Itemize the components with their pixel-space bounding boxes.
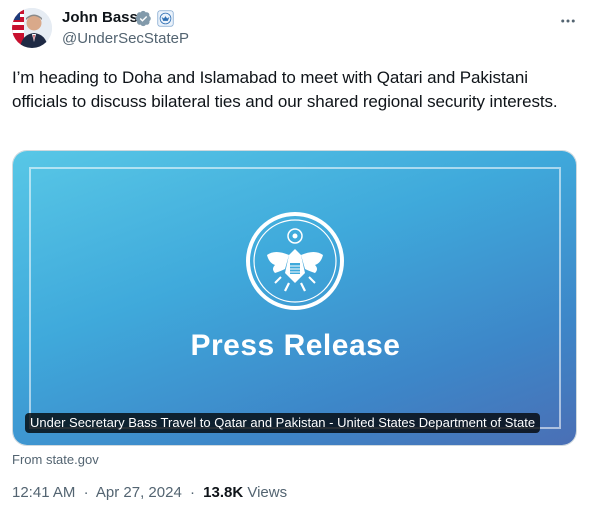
government-seal-icon[interactable] (157, 10, 174, 27)
avatar[interactable] (12, 8, 52, 48)
card-headline: Press Release (190, 329, 401, 362)
tweet-meta: 12:41 AM · Apr 27, 2024 · 13.8K Views (12, 484, 287, 501)
card-source-link[interactable]: From state.gov (12, 452, 99, 467)
tweet-time[interactable]: 12:41 AM (12, 484, 75, 501)
card-caption[interactable]: Under Secretary Bass Travel to Qatar and… (25, 413, 541, 433)
tweet-text: I’m heading to Doha and Islamabad to mee… (12, 68, 558, 111)
department-seal-icon (246, 212, 344, 310)
link-card[interactable]: Press Release Under Secretary Bass Trave… (12, 150, 577, 446)
meta-separator: · (83, 484, 89, 501)
more-options-button[interactable] (556, 9, 580, 33)
more-horizontal-icon (561, 19, 575, 23)
tweet-date[interactable]: Apr 27, 2024 (96, 484, 182, 501)
views-label: Views (247, 484, 288, 501)
views-count: 13.8K (203, 484, 244, 501)
avatar-photo-icon (12, 8, 52, 48)
tweet: John Bass @UnderSecStateP I’m heading to… (0, 0, 600, 521)
meta-separator: · (189, 484, 195, 501)
badges (135, 10, 174, 27)
verified-badge-icon[interactable] (135, 10, 152, 27)
author-name[interactable]: John Bass (62, 8, 138, 28)
author-handle[interactable]: @UnderSecStateP (62, 29, 189, 49)
